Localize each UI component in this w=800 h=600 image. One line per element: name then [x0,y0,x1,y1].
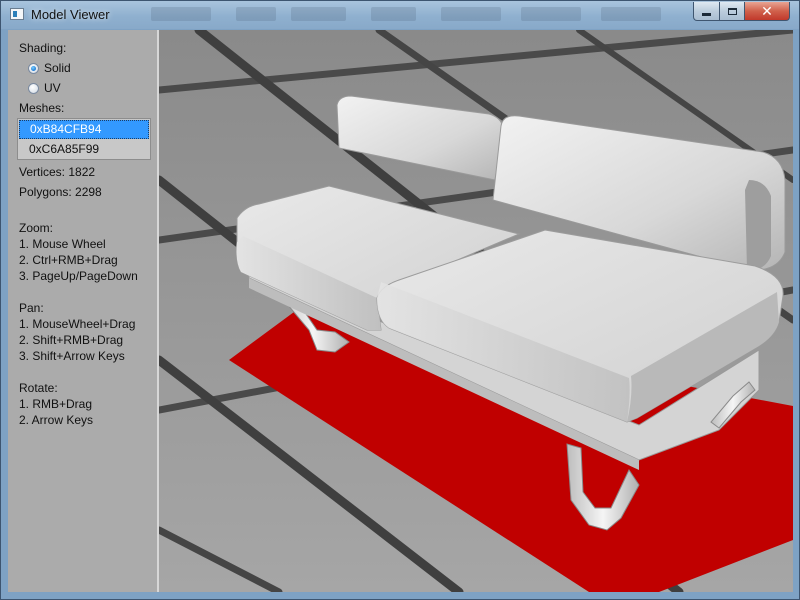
meshes-list[interactable]: 0xB84CFB94 0xC6A85F99 [17,118,151,160]
sofa-backrest-side [745,180,771,270]
title-bar-background-blur [151,7,211,21]
help-line: 2. Ctrl+RMB+Drag [19,253,118,267]
help-line: 1. RMB+Drag [19,397,93,411]
model-viewer-window: Model Viewer ✕ Shading: Solid UV Meshes:… [0,0,800,600]
help-line: 3. Shift+Arrow Keys [19,349,125,363]
help-heading-rotate: Rotate: [19,381,58,395]
maximize-icon [727,7,737,15]
window-title: Model Viewer [31,7,110,22]
shading-option-label: Solid [44,61,71,75]
polygons-count: Polygons: 2298 [19,185,102,199]
mesh-list-item[interactable]: 0xB84CFB94 [19,120,149,139]
maximize-button[interactable] [719,2,745,21]
help-line: 2. Shift+RMB+Drag [19,333,124,347]
shading-option-label: UV [44,81,61,95]
help-line: 2. Arrow Keys [19,413,94,427]
title-bar-background-blur [441,7,501,21]
close-icon: ✕ [761,2,773,19]
title-bar[interactable]: Model Viewer ✕ [1,1,799,29]
vertices-count: Vertices: 1822 [19,165,96,179]
mesh-list-item[interactable]: 0xC6A85F99 [19,140,149,159]
scene-render [159,30,793,592]
shading-label: Shading: [19,41,67,55]
title-bar-background-blur [601,7,661,21]
3d-viewport[interactable] [159,30,793,592]
radio-button-icon[interactable] [28,82,39,94]
close-button[interactable]: ✕ [744,2,790,21]
help-heading-zoom: Zoom: [19,221,54,235]
minimize-icon [702,12,711,16]
shading-option-uv[interactable]: UV [28,81,61,95]
sidebar-panel: Shading: Solid UV Meshes: 0xB84CFB94 0xC… [8,30,159,592]
title-bar-background-blur [371,7,416,21]
help-line: 1. Mouse Wheel [19,237,106,251]
title-bar-background-blur [291,7,346,21]
title-bar-background-blur [236,7,276,21]
radio-button-checked-icon[interactable] [28,62,39,74]
help-line: 3. PageUp/PageDown [19,269,138,283]
shading-option-solid[interactable]: Solid [28,61,71,75]
help-line: 1. MouseWheel+Drag [19,317,136,331]
title-bar-background-blur [521,7,581,21]
minimize-button[interactable] [693,2,720,21]
app-icon[interactable] [10,8,24,20]
help-heading-pan: Pan: [19,301,44,315]
meshes-label: Meshes: [19,101,65,115]
client-area: Shading: Solid UV Meshes: 0xB84CFB94 0xC… [8,30,793,592]
